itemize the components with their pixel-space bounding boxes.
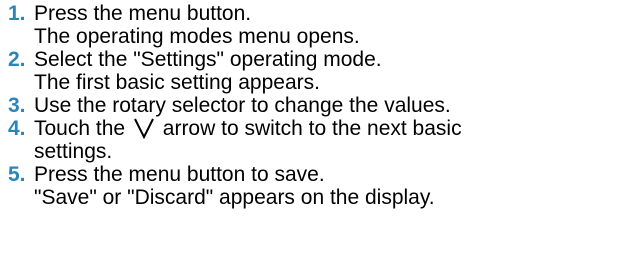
step-result: The first basic setting appears. <box>34 71 320 94</box>
step-number: 2. <box>8 48 26 71</box>
step-result: The operating modes menu opens. <box>34 25 360 48</box>
step-text-after-icon: arrow to switch to the next basic <box>162 117 462 140</box>
step-body: Touch the arrow to switch to the next ba… <box>34 117 617 163</box>
chevron-down-icon <box>133 117 155 139</box>
step-text-before-icon: Touch the <box>34 117 126 140</box>
step-number: 4. <box>8 117 26 140</box>
step-result: "Save" or "Discard" appears on the displ… <box>34 186 435 209</box>
step-body: Press the menu button. The operating mod… <box>34 2 617 48</box>
step-body: Use the rotary selector to change the va… <box>34 94 617 117</box>
step-instruction: Press the menu button to save. <box>34 163 325 186</box>
step-instruction: Press the menu button. <box>34 2 252 25</box>
step-2: 2. Select the "Settings" operating mode.… <box>8 48 617 94</box>
step-number: 1. <box>8 2 26 25</box>
step-number: 3. <box>8 94 26 117</box>
step-body: Select the "Settings" operating mode. Th… <box>34 48 617 94</box>
step-1: 1. Press the menu button. The operating … <box>8 2 617 48</box>
step-5: 5. Press the menu button to save. "Save"… <box>8 163 617 209</box>
step-instruction-continued: settings. <box>34 140 113 163</box>
step-instruction: Select the "Settings" operating mode. <box>34 48 382 71</box>
step-4: 4. Touch the arrow to switch to the next… <box>8 117 617 163</box>
step-body: Press the menu button to save. "Save" or… <box>34 163 617 209</box>
step-3: 3. Use the rotary selector to change the… <box>8 94 617 117</box>
step-instruction: Touch the arrow to switch to the next ba… <box>34 117 617 140</box>
step-number: 5. <box>8 163 26 186</box>
step-instruction: Use the rotary selector to change the va… <box>34 94 451 117</box>
instruction-steps: 1. Press the menu button. The operating … <box>0 0 617 209</box>
